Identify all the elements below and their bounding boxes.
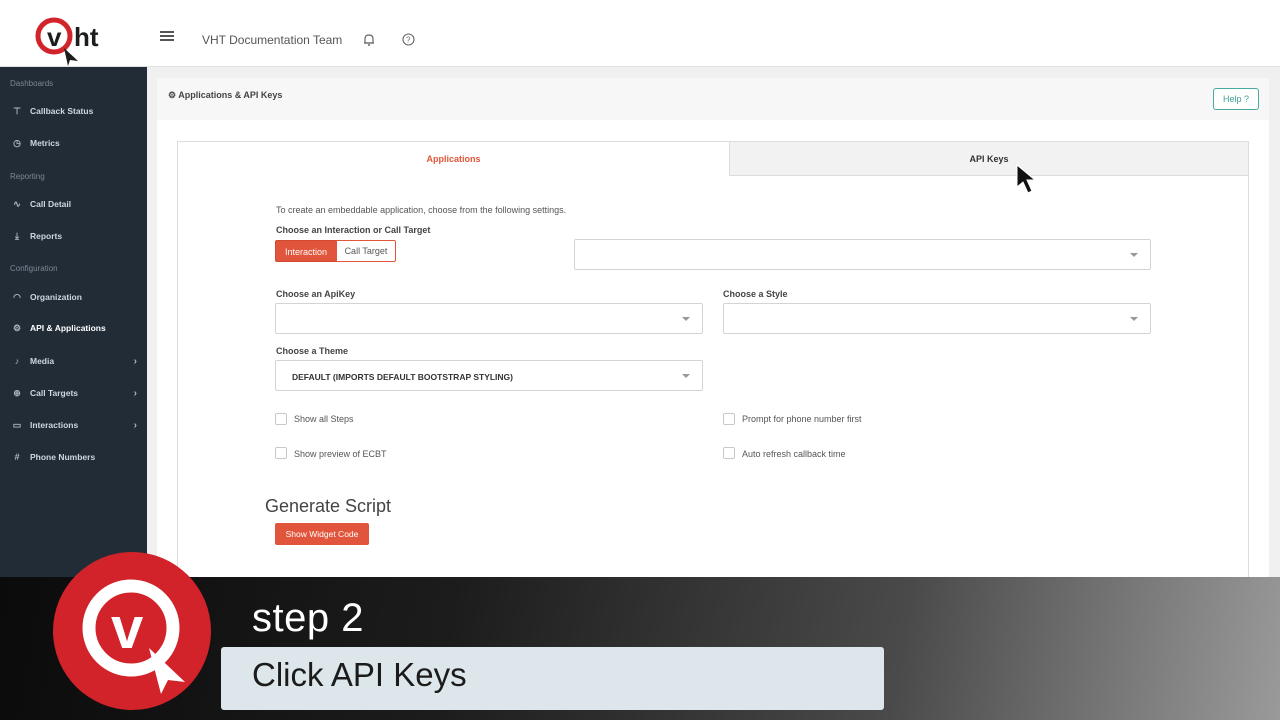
headset-icon: ◠ xyxy=(13,291,21,302)
interaction-toggle-button[interactable]: Interaction xyxy=(275,240,337,262)
hash-icon: # xyxy=(14,452,20,462)
sidebar-item-label: Call Targets xyxy=(30,388,79,398)
sidebar-item-callback-status[interactable]: ⊤ Callback Status xyxy=(0,101,147,121)
svg-text:ht: ht xyxy=(74,22,99,52)
sidebar-item-label: Call Detail xyxy=(30,199,72,209)
gear-icon: ⚙ xyxy=(12,322,22,333)
sidebar-item-organization[interactable]: ◠ Organization xyxy=(0,287,147,307)
target-select[interactable] xyxy=(574,239,1151,270)
show-preview-ecbt-checkbox[interactable] xyxy=(275,447,287,459)
caret-down-icon xyxy=(1130,317,1138,321)
crosshair-icon: ⊕ xyxy=(13,387,21,398)
prompt-phone-first-checkbox[interactable] xyxy=(723,413,735,425)
sidebar-item-label: Metrics xyxy=(30,138,60,148)
style-select[interactable] xyxy=(723,303,1151,334)
tab-applications[interactable]: Applications xyxy=(177,141,730,176)
sidebar-item-metrics[interactable]: ◷ Metrics xyxy=(0,133,147,153)
pulse-icon: ∿ xyxy=(13,198,21,209)
team-name[interactable]: VHT Documentation Team xyxy=(202,33,342,47)
gear-icon: ⚙ xyxy=(168,90,177,100)
apikey-select[interactable] xyxy=(275,303,703,334)
vht-logo[interactable]: v ht xyxy=(34,14,124,66)
sidebar-item-label: API & Applications xyxy=(30,323,106,333)
call-target-toggle-button[interactable]: Call Target xyxy=(336,240,396,262)
page-title: ⚙ Applications & API Keys xyxy=(168,90,282,101)
chevron-right-icon: › xyxy=(133,419,137,431)
svg-text:v: v xyxy=(47,22,62,52)
download-icon: ⤓ xyxy=(15,230,19,241)
tab-api-keys[interactable]: API Keys xyxy=(729,141,1249,176)
sidebar-item-label: Interactions xyxy=(30,420,79,430)
show-widget-code-button[interactable]: Show Widget Code xyxy=(275,523,369,545)
sidebar-section-dashboards: Dashboards xyxy=(10,79,54,88)
sidebar-section-configuration: Configuration xyxy=(10,264,58,273)
top-header: v ht VHT Documentation Team ? xyxy=(0,0,1280,67)
help-button[interactable]: Help ? xyxy=(1213,88,1259,110)
microphone-icon: ♪ xyxy=(14,356,20,366)
help-button-label: Help xyxy=(1222,94,1242,104)
caret-down-icon xyxy=(1130,253,1138,257)
prompt-phone-first-label: Prompt for phone number first xyxy=(742,414,862,424)
menu-toggle-icon[interactable] xyxy=(160,31,174,41)
svg-text:v: v xyxy=(111,596,143,661)
content-header xyxy=(157,78,1269,120)
sidebar-item-label: Reports xyxy=(30,231,63,241)
theme-select[interactable]: DEFAULT (IMPORTS DEFAULT BOOTSTRAP STYLI… xyxy=(275,360,703,391)
show-preview-ecbt-label: Show preview of ECBT xyxy=(294,449,387,459)
help-circle-icon[interactable]: ? xyxy=(402,33,415,46)
theme-select-value: DEFAULT (IMPORTS DEFAULT BOOTSTRAP STYLI… xyxy=(292,372,513,382)
show-all-steps-label: Show all Steps xyxy=(294,414,354,424)
sidebar-item-label: Media xyxy=(30,356,55,366)
page-title-text: Applications & API Keys xyxy=(178,90,283,100)
caret-down-icon xyxy=(682,374,690,378)
chevron-right-icon: › xyxy=(133,387,137,399)
antenna-icon: ⊤ xyxy=(13,105,21,116)
form-instructions: To create an embeddable application, cho… xyxy=(276,205,567,215)
mouse-cursor-icon xyxy=(1016,163,1037,194)
chevron-right-icon: › xyxy=(133,355,137,367)
apikey-label: Choose an ApiKey xyxy=(276,289,356,299)
bell-icon[interactable] xyxy=(362,33,376,47)
question-circle-icon: ? xyxy=(1244,94,1250,104)
sidebar-item-reports[interactable]: ⤓ Reports xyxy=(0,226,147,246)
caret-down-icon xyxy=(682,317,690,321)
sidebar-item-label: Organization xyxy=(30,292,82,302)
sidebar-item-phone-numbers[interactable]: # Phone Numbers xyxy=(0,447,147,467)
sidebar-item-media[interactable]: ♪ Media › xyxy=(0,351,147,371)
show-all-steps-checkbox[interactable] xyxy=(275,413,287,425)
generate-script-heading: Generate Script xyxy=(265,496,392,516)
step-number: step 2 xyxy=(252,596,364,640)
svg-text:?: ? xyxy=(406,36,411,45)
sidebar-item-api-applications[interactable]: ⚙ API & Applications xyxy=(0,318,147,338)
auto-refresh-checkbox[interactable] xyxy=(723,447,735,459)
clock-icon: ◷ xyxy=(13,137,21,148)
sidebar-item-interactions[interactable]: ▭ Interactions › xyxy=(0,415,147,435)
auto-refresh-label: Auto refresh callback time xyxy=(742,449,846,459)
theme-label: Choose a Theme xyxy=(276,346,349,356)
target-label: Choose an Interaction or Call Target xyxy=(276,225,431,235)
instruction-text: Click API Keys xyxy=(252,656,467,693)
sidebar-item-label: Callback Status xyxy=(30,106,94,116)
sidebar-item-call-detail[interactable]: ∿ Call Detail xyxy=(0,194,147,214)
sidebar-item-label: Phone Numbers xyxy=(30,452,96,462)
sidebar-section-reporting: Reporting xyxy=(10,172,45,181)
chat-icon: ▭ xyxy=(12,419,22,430)
style-label: Choose a Style xyxy=(723,289,788,299)
sidebar-item-call-targets[interactable]: ⊕ Call Targets › xyxy=(0,383,147,403)
vht-badge-logo: v xyxy=(53,552,211,710)
